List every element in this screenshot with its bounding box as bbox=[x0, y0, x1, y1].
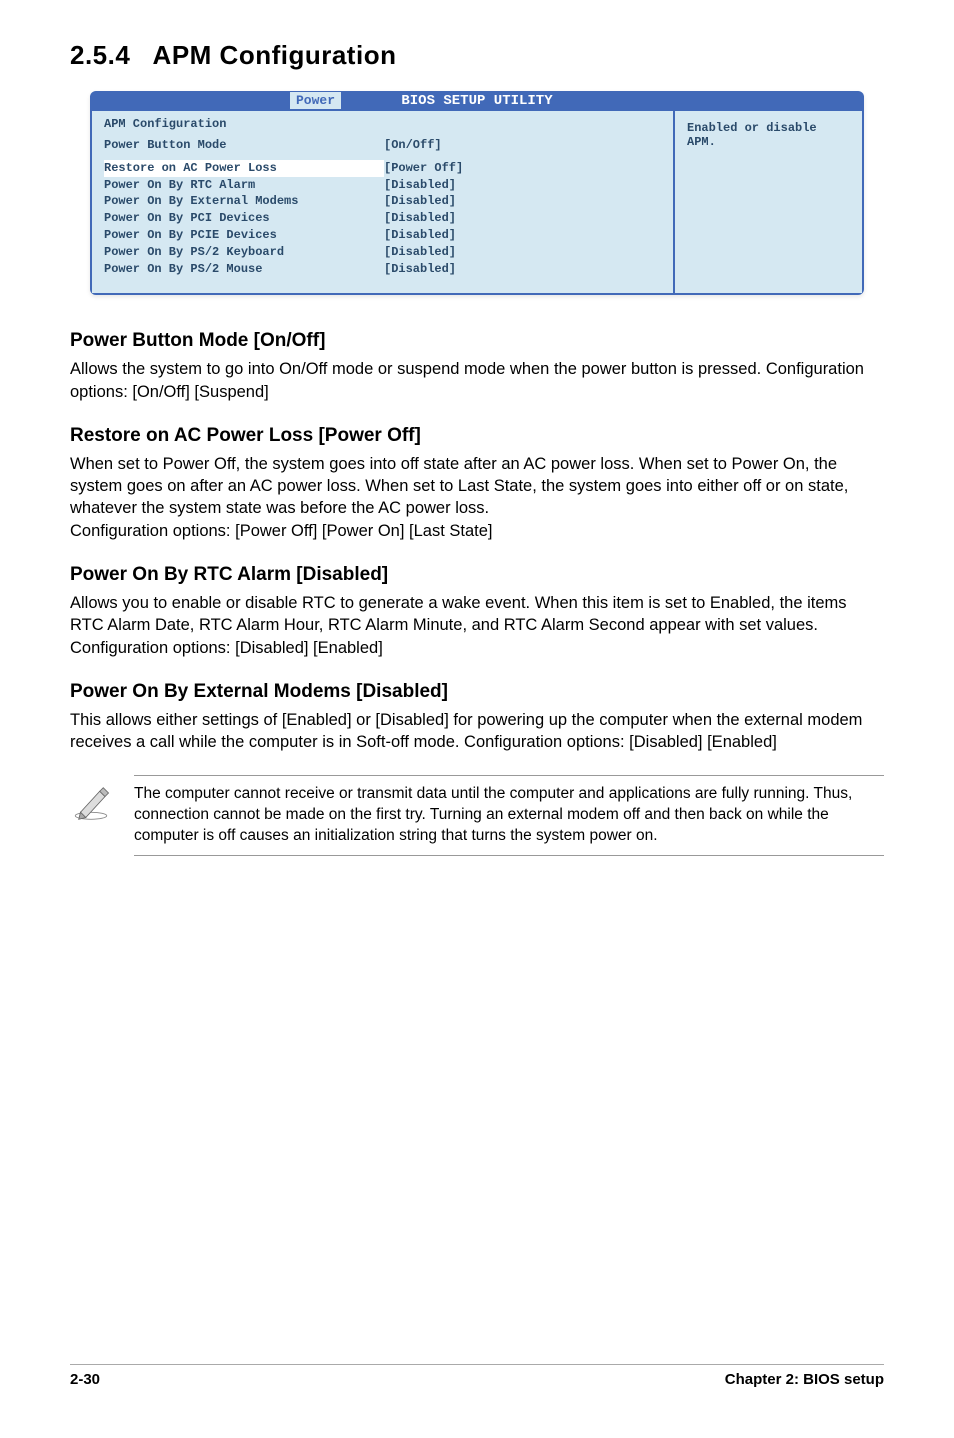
bios-setting-label: Power On By RTC Alarm bbox=[104, 177, 384, 194]
sub-heading: Power On By RTC Alarm [Disabled] bbox=[70, 564, 884, 586]
bios-setting-row: Power Button Mode[On/Off] bbox=[104, 137, 661, 154]
bios-setting-row: Power On By PCI Devices[Disabled] bbox=[104, 210, 661, 227]
bios-setting-label: Power On By PS/2 Keyboard bbox=[104, 244, 384, 261]
bios-setting-row: Power On By External Modems[Disabled] bbox=[104, 193, 661, 210]
note-text: The computer cannot receive or transmit … bbox=[134, 775, 884, 856]
sub-heading: Power Button Mode [On/Off] bbox=[70, 330, 884, 352]
bios-tab-power: Power bbox=[290, 92, 341, 109]
bios-setting-value: [Disabled] bbox=[384, 177, 456, 194]
section-heading: 2.5.4 APM Configuration bbox=[70, 40, 884, 71]
bios-help-text: Enabled or disable APM. bbox=[687, 121, 817, 149]
bios-setting-value: [Disabled] bbox=[384, 227, 456, 244]
bios-left-pane: APM Configuration Power Button Mode[On/O… bbox=[90, 109, 674, 295]
bios-setting-row: Power On By PS/2 Keyboard[Disabled] bbox=[104, 244, 661, 261]
section-number: 2.5.4 bbox=[70, 40, 130, 70]
bios-body: APM Configuration Power Button Mode[On/O… bbox=[90, 109, 864, 295]
bios-help-pane: Enabled or disable APM. bbox=[674, 109, 864, 295]
bios-setting-value: [Disabled] bbox=[384, 193, 456, 210]
pencil-note-icon bbox=[70, 775, 118, 856]
bios-setting-label: Power Button Mode bbox=[104, 137, 384, 154]
bios-setting-value: [Disabled] bbox=[384, 261, 456, 278]
bios-setting-value: [Disabled] bbox=[384, 244, 456, 261]
bios-setting-row: Restore on AC Power Loss[Power Off] bbox=[104, 160, 661, 177]
bios-setting-row: Power On By PCIE Devices[Disabled] bbox=[104, 227, 661, 244]
bios-setting-label: Power On By PS/2 Mouse bbox=[104, 261, 384, 278]
note-block: The computer cannot receive or transmit … bbox=[70, 775, 884, 856]
bios-setting-row: Power On By PS/2 Mouse[Disabled] bbox=[104, 261, 661, 278]
bios-setting-row: Power On By RTC Alarm[Disabled] bbox=[104, 177, 661, 194]
bios-setting-value: [Power Off] bbox=[384, 160, 463, 177]
body-text: When set to Power Off, the system goes i… bbox=[70, 453, 884, 542]
bios-setting-label: Power On By External Modems bbox=[104, 193, 384, 210]
sub-heading: Restore on AC Power Loss [Power Off] bbox=[70, 425, 884, 447]
page-footer: 2-30 Chapter 2: BIOS setup bbox=[70, 1364, 884, 1388]
footer-chapter: Chapter 2: BIOS setup bbox=[725, 1371, 884, 1388]
bios-header-title: BIOS SETUP UTILITY bbox=[401, 93, 552, 109]
bios-setting-value: [On/Off] bbox=[384, 137, 442, 154]
sub-heading: Power On By External Modems [Disabled] bbox=[70, 681, 884, 703]
bios-setting-label: Power On By PCI Devices bbox=[104, 210, 384, 227]
bios-screenshot: BIOS SETUP UTILITY Power APM Configurati… bbox=[90, 91, 864, 295]
bios-header: BIOS SETUP UTILITY Power bbox=[90, 91, 864, 109]
bios-setting-value: [Disabled] bbox=[384, 210, 456, 227]
body-text: This allows either settings of [Enabled]… bbox=[70, 709, 884, 754]
body-text: Allows the system to go into On/Off mode… bbox=[70, 358, 884, 403]
bios-config-heading: APM Configuration bbox=[104, 117, 661, 131]
bios-setting-label: Power On By PCIE Devices bbox=[104, 227, 384, 244]
body-text: Allows you to enable or disable RTC to g… bbox=[70, 592, 884, 659]
footer-page-number: 2-30 bbox=[70, 1371, 100, 1388]
bios-setting-label: Restore on AC Power Loss bbox=[104, 160, 384, 177]
section-title: APM Configuration bbox=[153, 40, 397, 70]
